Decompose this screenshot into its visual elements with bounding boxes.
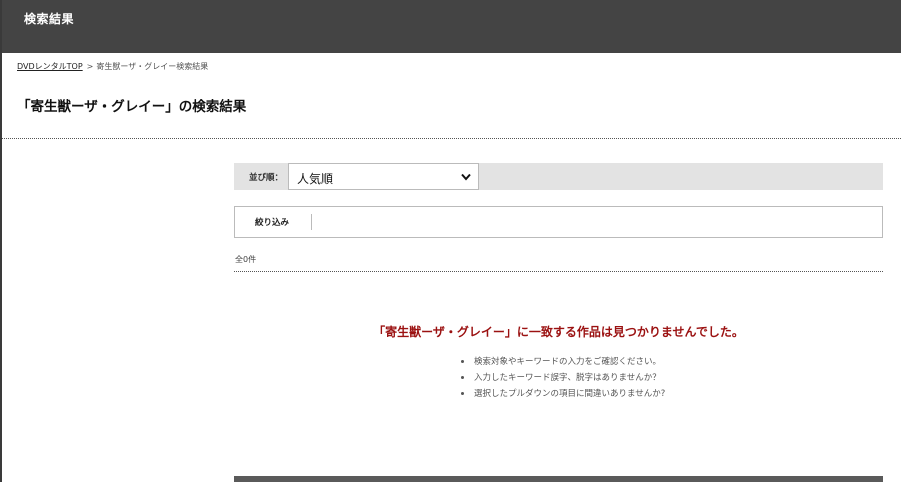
hint-item: 入力したキーワード誤字、脱字はありませんか？ — [461, 372, 665, 388]
result-count: 全0件 — [235, 255, 257, 264]
filter-divider — [311, 214, 312, 230]
hint-item: 選択したプルダウンの項目に間違いありませんか? — [461, 388, 665, 404]
breadcrumb-current: 寄生獣ーザ・グレイー検索結果 — [96, 62, 209, 71]
sort-label: 並び順： — [249, 173, 284, 183]
bullet-icon — [461, 392, 464, 395]
header-title: 検索結果 — [24, 12, 75, 26]
hint-item: 検索対象やキーワードの入力をご確認ください。 — [461, 356, 665, 372]
breadcrumb-home-link[interactable]: DVDレンタルTOP — [17, 62, 83, 71]
sort-select-value: 人気順 — [297, 172, 334, 186]
page-header: 検索結果 — [2, 0, 901, 53]
bullet-icon — [461, 360, 464, 363]
chevron-down-icon — [461, 173, 471, 181]
no-result-message: 「寄生獣ーザ・グレイー」に一致する作品は見つかりませんでした。 — [373, 325, 744, 339]
result-divider — [234, 271, 883, 272]
sort-select[interactable]: 人気順 — [288, 163, 479, 190]
filter-button[interactable]: 絞り込み — [255, 216, 289, 228]
sort-bar: 並び順： 人気順 — [234, 163, 883, 190]
title-divider — [2, 138, 901, 139]
filter-bar: 絞り込み — [234, 206, 883, 238]
breadcrumb-separator: > — [86, 62, 94, 71]
footer-bar — [234, 476, 883, 482]
page-title: 「寄生獣ーザ・グレイー」の検索結果 — [17, 99, 247, 115]
bullet-icon — [461, 376, 464, 379]
frame-left-border — [0, 0, 2, 482]
hint-list: 検索対象やキーワードの入力をご確認ください。 入力したキーワード誤字、脱字はあり… — [461, 356, 665, 404]
breadcrumb: DVDレンタルTOP > 寄生獣ーザ・グレイー検索結果 — [17, 61, 208, 72]
